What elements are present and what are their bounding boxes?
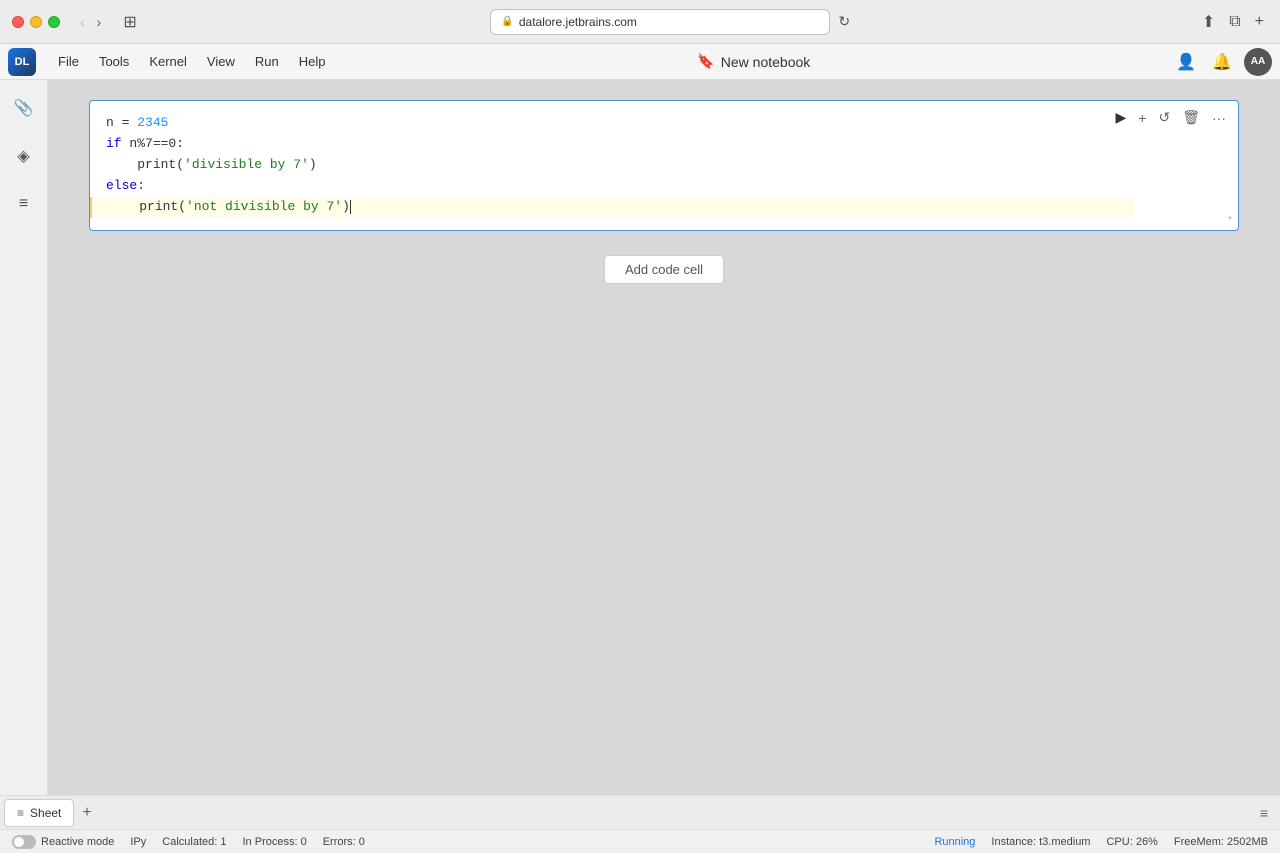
cpu-status: CPU: 26%	[1106, 836, 1157, 848]
notebook-title: 🔖 New notebook	[335, 53, 1172, 70]
new-tab-button[interactable]: +	[1251, 11, 1268, 33]
menu-help[interactable]: Help	[289, 50, 336, 73]
add-code-cell-button[interactable]: Add code cell	[604, 255, 724, 284]
menu-tools[interactable]: Tools	[89, 50, 139, 73]
cell-star: *	[1228, 215, 1232, 226]
sidebar-icon-layers[interactable]: ◈	[8, 140, 40, 172]
url-text: datalore.jetbrains.com	[519, 15, 637, 29]
main-layout: 📎 ◈ ≡ ▶ + ↺ 🗑 ··· n = 2345 if	[0, 80, 1280, 795]
sidebar-icon-list[interactable]: ≡	[8, 188, 40, 220]
cell-toolbar: ▶ + ↺ 🗑 ···	[1112, 107, 1230, 128]
url-input[interactable]: 🔒 datalore.jetbrains.com	[490, 9, 830, 35]
menu-run[interactable]: Run	[245, 50, 289, 73]
tab-bar-right-icon: ≡	[1260, 805, 1276, 821]
code-line-3: print('divisible by 7')	[106, 155, 1118, 176]
share-button[interactable]: ⬆	[1198, 10, 1219, 34]
sidebar-toggle-button[interactable]: ⊞	[117, 10, 142, 34]
refresh-cell-button[interactable]: ↺	[1154, 107, 1174, 128]
toggle-switch[interactable]	[12, 835, 36, 849]
close-button[interactable]	[12, 16, 24, 28]
errors-status: Errors: 0	[323, 836, 365, 848]
menu-bar-right: 👤 🔔 AA	[1172, 48, 1272, 76]
nav-arrows: ‹ ›	[76, 12, 105, 32]
more-options-button[interactable]: ···	[1208, 108, 1230, 128]
avatar[interactable]: AA	[1244, 48, 1272, 76]
title-bar: ‹ › ⊞ 🔒 datalore.jetbrains.com ↻ ⬆ ⧉ +	[0, 0, 1280, 44]
bookmark-icon: 🔖	[697, 53, 714, 70]
tab-bar: ≡ Sheet + ≡	[0, 795, 1280, 829]
sidebar-icon-attachment[interactable]: 📎	[8, 92, 40, 124]
calculated-status: Calculated: 1	[162, 836, 226, 848]
tab-sheet[interactable]: ≡ Sheet	[4, 799, 74, 827]
menu-view[interactable]: View	[197, 50, 245, 73]
add-tab-button[interactable]: +	[74, 804, 99, 822]
code-line-4: else:	[106, 176, 1118, 197]
code-cell: ▶ + ↺ 🗑 ··· n = 2345 if n%7==0: print('	[89, 100, 1239, 231]
lock-icon: 🔒	[501, 16, 513, 27]
minimize-button[interactable]	[30, 16, 42, 28]
code-line-2: if n%7==0:	[106, 134, 1118, 155]
notebook-area: ▶ + ↺ 🗑 ··· n = 2345 if n%7==0: print('	[48, 80, 1280, 795]
left-sidebar: 📎 ◈ ≡	[0, 80, 48, 795]
app-logo: DL	[8, 48, 36, 76]
back-button[interactable]: ‹	[76, 12, 89, 32]
menu-bar: DL File Tools Kernel View Run Help 🔖 New…	[0, 44, 1280, 80]
code-content[interactable]: n = 2345 if n%7==0: print('divisible by …	[90, 101, 1238, 230]
instance-status: Instance: t3.medium	[991, 836, 1090, 848]
code-line-1: n = 2345	[106, 113, 1118, 134]
running-status: Running	[934, 836, 975, 848]
code-line-5: print('not divisible by 7')	[90, 197, 1134, 218]
tab-sheet-icon: ≡	[17, 806, 24, 820]
freemem-status: FreeMem: 2502MB	[1174, 836, 1268, 848]
in-process-status: In Process: 0	[243, 836, 307, 848]
user-icon[interactable]: 👤	[1172, 50, 1200, 74]
forward-button[interactable]: ›	[93, 12, 106, 32]
notification-icon[interactable]: 🔔	[1208, 50, 1236, 74]
tab-sheet-label: Sheet	[30, 806, 61, 820]
title-bar-right: ⬆ ⧉ +	[1198, 10, 1268, 34]
tab-overview-button[interactable]: ⧉	[1225, 11, 1244, 33]
delete-cell-button[interactable]: 🗑	[1178, 107, 1204, 128]
reactive-mode-label: Reactive mode	[41, 836, 114, 848]
traffic-lights	[12, 16, 60, 28]
status-bar: Reactive mode IPy Calculated: 1 In Proce…	[0, 829, 1280, 853]
status-bar-right: Running Instance: t3.medium CPU: 26% Fre…	[934, 836, 1268, 848]
reactive-mode-toggle[interactable]: Reactive mode	[12, 835, 114, 849]
add-cell-toolbar-button[interactable]: +	[1134, 108, 1150, 128]
url-bar: 🔒 datalore.jetbrains.com ↻	[151, 9, 1190, 35]
maximize-button[interactable]	[48, 16, 60, 28]
kernel-badge: IPy	[130, 836, 146, 848]
menu-kernel[interactable]: Kernel	[139, 50, 197, 73]
menu-file[interactable]: File	[48, 50, 89, 73]
refresh-button[interactable]: ↻	[838, 9, 850, 35]
